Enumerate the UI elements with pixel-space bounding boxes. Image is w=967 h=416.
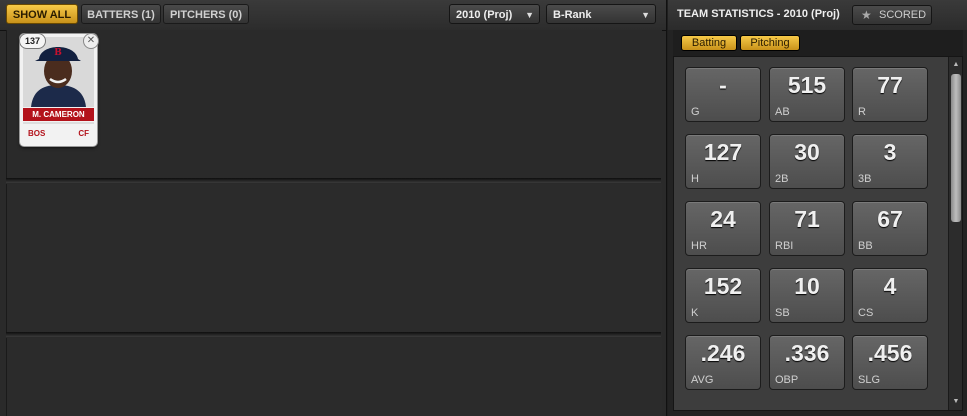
star-icon: ★	[861, 8, 872, 22]
stat-label: AB	[775, 106, 790, 118]
stat-tile: .456 SLG	[852, 335, 928, 390]
stat-tile: 152 K	[685, 268, 761, 323]
tab-batting[interactable]: Batting	[681, 35, 737, 51]
stat-value: 127	[703, 139, 743, 165]
close-icon[interactable]: ✕	[83, 33, 99, 49]
scroll-down-icon[interactable]: ▼	[949, 396, 962, 408]
player-rank-badge: 137	[19, 33, 46, 49]
player-card[interactable]: B M. CAMERON BOS CF 137 ✕	[19, 33, 99, 146]
shelf-divider	[6, 178, 661, 183]
stat-value: 67	[877, 206, 903, 232]
stat-label: HR	[691, 240, 707, 252]
scored-label: SCORED	[879, 9, 927, 21]
svg-text:B: B	[54, 48, 62, 58]
filter-toolbar: SHOW ALL BATTERS (1) PITCHERS (0) 2010 (…	[0, 0, 666, 31]
tab-pitching[interactable]: Pitching	[740, 35, 800, 51]
stat-label: CS	[858, 307, 874, 319]
scored-button[interactable]: ★ SCORED	[852, 5, 932, 25]
roster-shelf-3	[6, 338, 662, 416]
stat-value: 77	[877, 72, 903, 98]
stat-tile: -G	[685, 67, 761, 122]
stat-value: .456	[867, 340, 913, 366]
stat-tile: 3 3B	[852, 134, 928, 189]
stat-value: -	[719, 72, 727, 98]
stat-value: 3	[883, 139, 897, 165]
stat-tile: 127 H	[685, 134, 761, 189]
rank-select[interactable]: B-Rank ▼	[546, 4, 656, 24]
stats-header: TEAM STATISTICS - 2010 (Proj) ★ SCORED	[668, 0, 967, 30]
stat-label: H	[691, 173, 699, 185]
stat-label: K	[691, 307, 699, 319]
player-position: CF	[78, 129, 89, 138]
stat-value: 10	[794, 273, 820, 299]
roster-panel: SHOW ALL BATTERS (1) PITCHERS (0) 2010 (…	[0, 0, 667, 416]
stat-tile: 67 BB	[852, 201, 928, 256]
stats-tab-bar: Batting Pitching	[673, 30, 963, 56]
stat-label: R	[858, 106, 866, 118]
pitchers-filter-button[interactable]: PITCHERS (0)	[163, 4, 249, 24]
stats-grid: - G 515 AB 77 R 127 H 30 2B 3 3B 24 HR 71 RBI 67 BB 152 K 10…	[673, 56, 963, 411]
season-select-value: 2010 (Proj)	[456, 9, 513, 21]
player-team: BOS	[28, 129, 46, 138]
show-all-button[interactable]: SHOW ALL	[6, 4, 78, 24]
stat-value: .336	[784, 340, 830, 366]
stat-tile: 10 SB	[769, 268, 845, 323]
player-name: M. CAMERON	[23, 108, 94, 121]
team-statistics-panel: TEAM STATISTICS - 2010 (Proj) ★ SCORED B…	[668, 0, 967, 416]
stat-tile: 77 R	[852, 67, 928, 122]
roster-shelf-1	[6, 30, 662, 182]
stat-tile: 30 2B	[769, 134, 845, 189]
stat-value: .246	[700, 340, 746, 366]
stat-value: 4	[883, 273, 897, 299]
stat-value: 515	[787, 72, 827, 98]
shelf-divider	[6, 332, 661, 337]
stat-value: 30	[794, 139, 820, 165]
rank-select-value: B-Rank	[553, 9, 592, 21]
stat-label: G	[691, 106, 700, 118]
season-select[interactable]: 2010 (Proj) ▼	[449, 4, 540, 24]
card-stripe	[23, 122, 94, 124]
stat-value: 71	[794, 206, 820, 232]
stat-value: 24	[710, 206, 736, 232]
stat-label: 3B	[858, 173, 872, 185]
stat-tile: 71 RBI	[769, 201, 845, 256]
stat-label: AVG	[691, 374, 714, 386]
stats-scrollbar[interactable]: ▲ ▼	[948, 57, 962, 410]
scroll-up-icon[interactable]: ▲	[949, 59, 962, 71]
stat-label: SLG	[858, 374, 881, 386]
stat-value: 152	[703, 273, 743, 299]
stat-tile: .246 AVG	[685, 335, 761, 390]
chevron-down-icon: ▼	[525, 10, 534, 20]
roster-shelf-2	[6, 184, 662, 336]
stat-tile: 24 HR	[685, 201, 761, 256]
stat-label: RBI	[775, 240, 794, 252]
chevron-down-icon: ▼	[641, 10, 650, 20]
stat-tile: 4 CS	[852, 268, 928, 323]
scrollbar-thumb[interactable]	[951, 74, 961, 222]
stat-tile: 515 AB	[769, 67, 845, 122]
stats-title: TEAM STATISTICS - 2010 (Proj)	[677, 8, 840, 20]
stat-tile: .336 OBP	[769, 335, 845, 390]
stat-label: 2B	[775, 173, 789, 185]
batters-filter-button[interactable]: BATTERS (1)	[81, 4, 161, 24]
stat-label: BB	[858, 240, 873, 252]
stat-label: OBP	[775, 374, 799, 386]
stat-label: SB	[775, 307, 790, 319]
